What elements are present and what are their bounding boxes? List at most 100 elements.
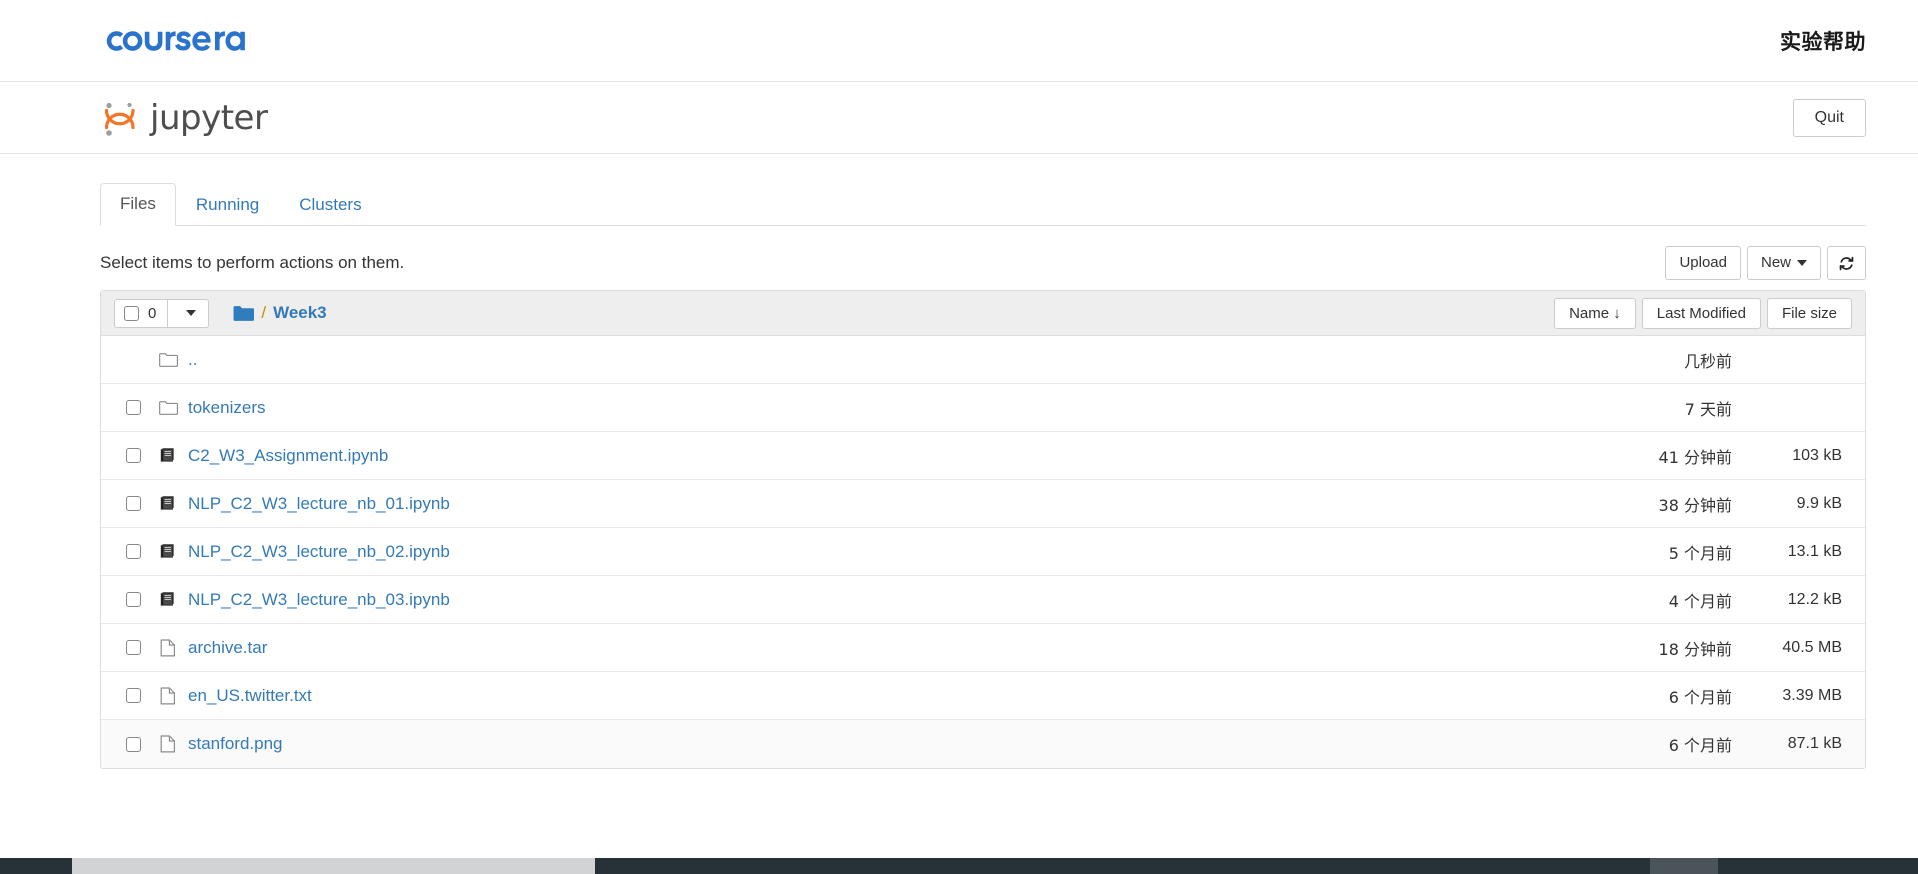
row-checkbox-cell[interactable] [114,592,152,607]
row-checkbox-cell[interactable] [114,544,152,559]
jupyter-mark-icon [100,96,142,140]
file-modified-time: 41 分钟前 [1658,447,1732,467]
file-name-link[interactable]: tokenizers [188,398,265,418]
file-size-value: 12.2 kB [1787,590,1842,608]
file-size-value: 40.5 MB [1782,638,1842,656]
sort-by-size-button[interactable]: File size [1766,297,1852,329]
file-list-header: 0 / Week3 Name ↓ Last Modified File size [101,291,1865,336]
action-row: Select items to perform actions on them.… [100,246,1866,280]
breadcrumb-week3[interactable]: Week3 [273,303,327,323]
file-name-link[interactable]: en_US.twitter.txt [188,686,312,706]
coursera-header: 实验帮助 [0,0,1918,82]
file-row[interactable]: NLP_C2_W3_lecture_nb_03.ipynb 4 个月前 12.2 k… [101,576,1865,624]
refresh-icon [1838,255,1855,272]
file-row[interactable]: NLP_C2_W3_lecture_nb_01.ipynb 38 分钟前 9.9 k… [101,480,1865,528]
breadcrumb: / Week3 [233,303,327,323]
file-name-link[interactable]: NLP_C2_W3_lecture_nb_01.ipynb [188,494,450,514]
row-checkbox-cell[interactable] [114,688,152,703]
notebook-icon[interactable] [152,495,184,512]
file-row[interactable]: .. 几秒前 [101,336,1865,384]
sort-by-modified-button[interactable]: Last Modified [1641,297,1761,329]
file-name-link[interactable]: .. [188,350,197,370]
file-row[interactable]: archive.tar 18 分钟前 40.5 MB [101,624,1865,672]
sort-buttons: Name ↓ Last Modified File size [1554,297,1852,329]
file-icon[interactable] [152,686,184,705]
taskbar-grip[interactable] [1650,858,1718,874]
file-modified-time: 6 个月前 [1668,687,1732,707]
quit-button[interactable]: Quit [1792,98,1866,137]
select-items-note: Select items to perform actions on them. [100,253,405,272]
row-checkbox[interactable] [125,688,141,703]
file-row[interactable]: en_US.twitter.txt 6 个月前 3.39 MB [101,672,1865,720]
folder-icon[interactable] [233,305,255,322]
folder-icon[interactable] [152,400,184,416]
file-row[interactable]: NLP_C2_W3_lecture_nb_02.ipynb 5 个月前 13.1 k… [101,528,1865,576]
row-checkbox[interactable] [125,592,141,607]
file-list: 0 / Week3 Name ↓ Last Modified File size… [100,290,1866,769]
select-all-checkbox-button[interactable]: 0 [114,298,169,328]
new-button[interactable]: New [1746,246,1821,280]
selection-dropdown-button[interactable] [168,298,210,328]
file-name-link[interactable]: NLP_C2_W3_lecture_nb_03.ipynb [188,590,450,610]
select-all-group: 0 [114,298,210,328]
new-button-label: New [1760,254,1791,272]
row-checkbox-cell[interactable] [114,736,152,752]
tab-bar: Files Running Clusters [100,182,1866,226]
jupyter-logo[interactable]: jupyter [100,96,268,140]
folder-icon[interactable] [152,352,184,368]
file-name-link[interactable]: archive.tar [188,638,267,658]
selected-count: 0 [148,304,157,322]
os-taskbar [0,858,1918,874]
tab-clusters[interactable]: Clusters [279,184,381,226]
file-modified-time: 18 分钟前 [1658,639,1732,659]
sort-name-label: Name [1569,304,1610,322]
file-name-link[interactable]: NLP_C2_W3_lecture_nb_02.ipynb [188,542,450,562]
file-icon[interactable] [152,735,184,753]
file-name-link[interactable]: stanford.png [188,734,283,754]
sort-by-name-button[interactable]: Name ↓ [1554,297,1636,329]
file-name-link[interactable]: C2_W3_Assignment.ipynb [188,446,388,466]
row-checkbox[interactable] [125,400,141,415]
row-checkbox-cell[interactable] [114,448,152,463]
file-modified-time: 38 分钟前 [1658,495,1732,515]
row-checkbox-cell[interactable] [114,496,152,511]
taskbar-left-pad [0,858,72,874]
breadcrumb-separator: / [261,303,267,322]
file-size-value: 13.1 kB [1787,542,1842,560]
notebook-icon[interactable] [152,447,184,464]
chevron-down-icon [186,310,197,316]
sort-descending-arrow-icon: ↓ [1613,304,1621,322]
row-checkbox[interactable] [125,736,141,752]
file-row[interactable]: C2_W3_Assignment.ipynb 41 分钟前 103 kB [101,432,1865,480]
notebook-icon[interactable] [152,591,184,608]
chevron-down-icon [1797,260,1807,267]
tab-files[interactable]: Files [100,183,176,226]
main-content: Files Running Clusters Select items to p… [0,182,1918,769]
row-checkbox[interactable] [125,544,141,559]
select-all-checkbox[interactable] [124,305,139,321]
taskbar-right-pad [1718,858,1918,874]
lab-help-label[interactable]: 实验帮助 [1780,26,1866,56]
file-row[interactable]: stanford.png 6 个月前 87.1 kB [101,720,1865,768]
file-size-value: 3.39 MB [1782,686,1842,704]
jupyter-header: jupyter Quit [0,82,1918,154]
row-checkbox-cell[interactable] [114,400,152,415]
taskbar-middle [595,858,1650,874]
taskbar-active-window[interactable] [72,858,595,874]
row-checkbox[interactable] [125,496,141,511]
row-checkbox-cell[interactable] [114,640,152,655]
refresh-button[interactable] [1827,246,1866,280]
file-size-value: 9.9 kB [1796,494,1842,512]
row-checkbox[interactable] [125,640,141,655]
coursera-logo[interactable] [100,23,260,59]
file-icon[interactable] [152,638,184,657]
tab-running[interactable]: Running [176,184,279,226]
file-size-value: 87.1 kB [1787,735,1842,752]
row-checkbox[interactable] [125,448,141,463]
file-modified-time: 几秒前 [1683,351,1732,371]
file-modified-time: 6 个月前 [1668,736,1732,755]
file-row[interactable]: tokenizers 7 天前 [101,384,1865,432]
upload-button[interactable]: Upload [1665,246,1741,280]
file-size-value: 103 kB [1792,446,1842,464]
notebook-icon[interactable] [152,543,184,560]
